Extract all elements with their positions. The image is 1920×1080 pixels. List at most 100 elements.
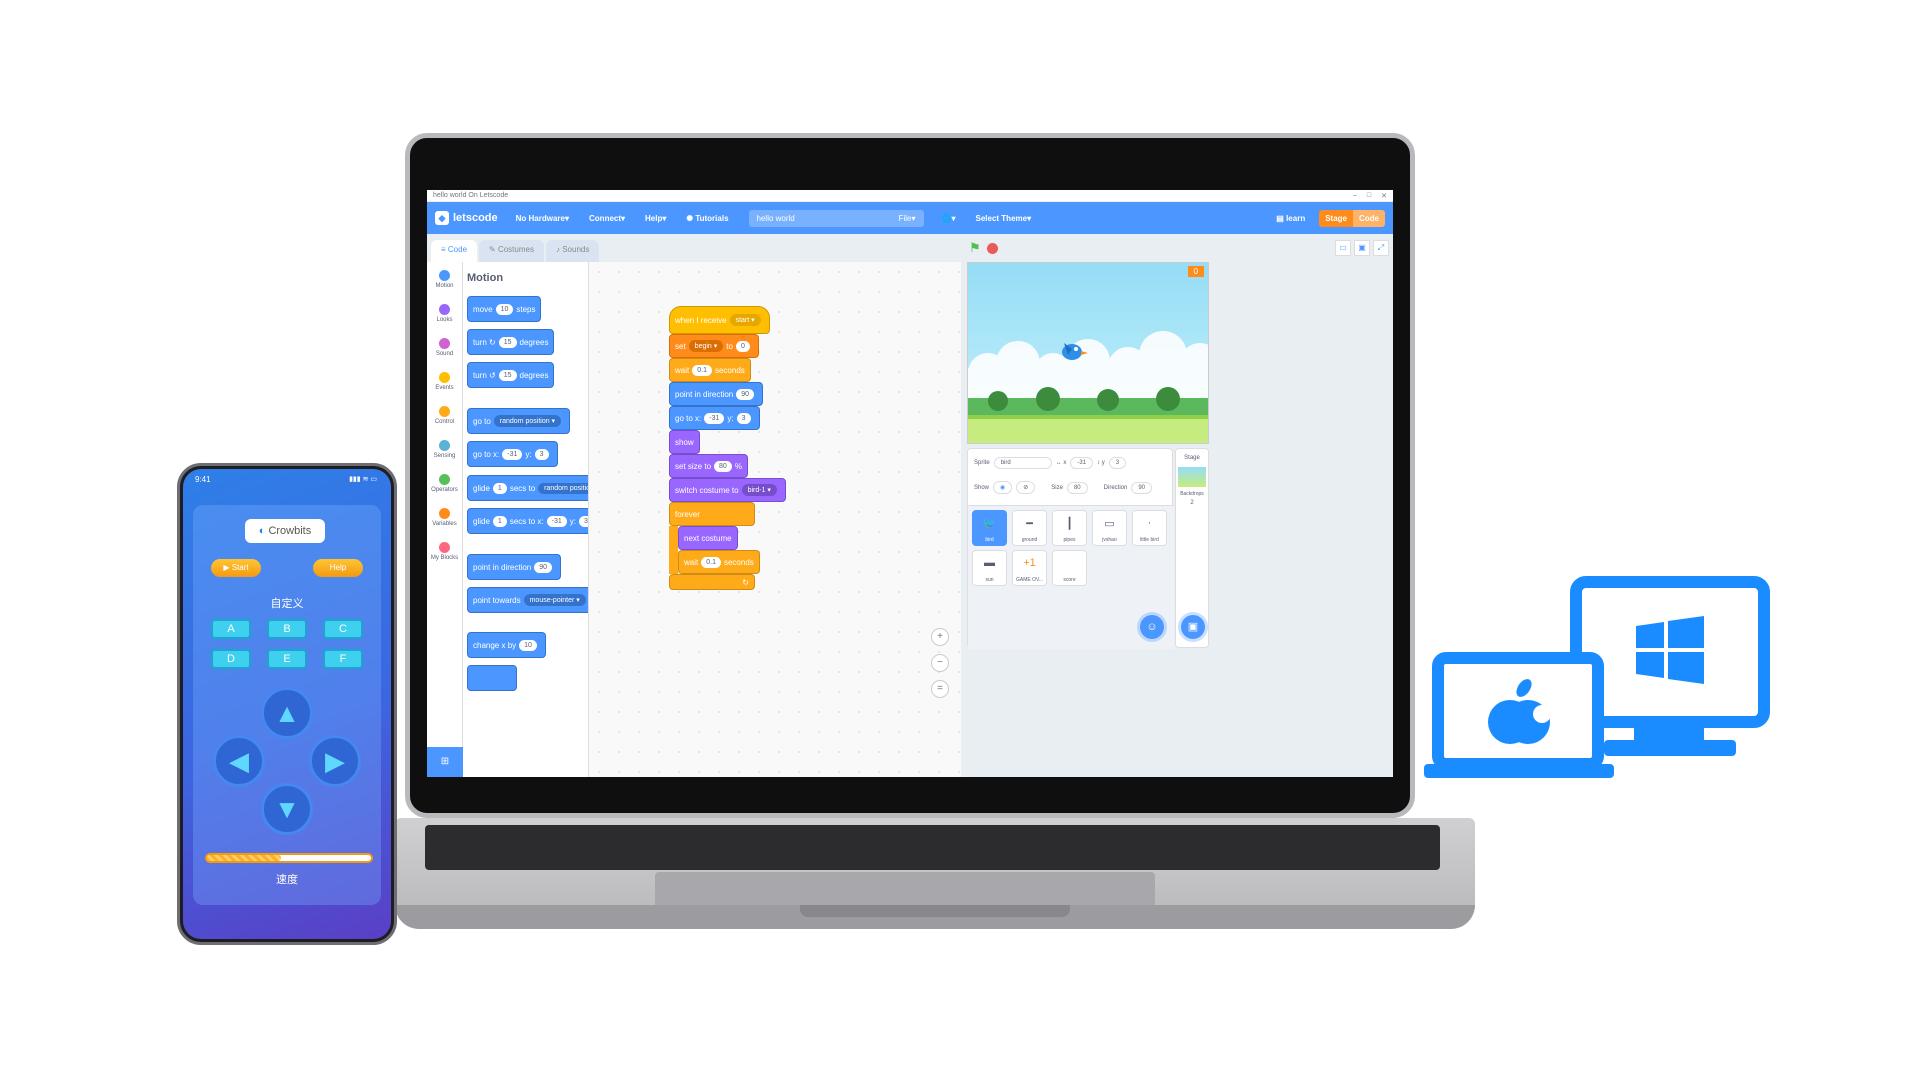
key-b[interactable]: B: [267, 619, 307, 639]
key-a[interactable]: A: [211, 619, 251, 639]
help-button[interactable]: Help: [313, 559, 363, 577]
sprite-x-input[interactable]: -31: [1070, 457, 1094, 469]
category-sensing[interactable]: Sensing: [427, 432, 462, 466]
tab-code[interactable]: ≡ Code: [431, 240, 478, 262]
add-extension-icon[interactable]: ⊞: [427, 747, 463, 777]
arrow-up-icon[interactable]: ▲: [261, 687, 313, 739]
arrow-right-icon[interactable]: ▶: [309, 735, 361, 787]
small-stage-icon[interactable]: ▭: [1335, 240, 1351, 256]
script-forever[interactable]: forever: [669, 502, 755, 526]
ground-edge: [968, 415, 1208, 419]
show-hidden-icon[interactable]: ⊘: [1016, 481, 1036, 494]
category-variables[interactable]: Variables: [427, 500, 462, 534]
key-c[interactable]: C: [323, 619, 363, 639]
script-wait[interactable]: wait 0.1 seconds: [669, 358, 751, 382]
stage-code-toggle[interactable]: Stage Code: [1319, 209, 1385, 227]
category-sound[interactable]: Sound: [427, 330, 462, 364]
script-next-costume[interactable]: next costume: [678, 526, 738, 550]
code-workspace[interactable]: when I receive start ▾ set begin ▾ to 0 wait…: [589, 262, 961, 777]
crowbits-logo: ◐ Crowbits: [245, 519, 325, 543]
tab-costumes[interactable]: ✎ Costumes: [479, 240, 544, 262]
start-button[interactable]: ▶ Start: [211, 559, 261, 577]
key-f[interactable]: F: [323, 649, 363, 669]
sprite-tile[interactable]: +1 GAME OV...: [1012, 550, 1047, 586]
sprite-size-input[interactable]: 80: [1066, 481, 1088, 494]
category-operators[interactable]: Operators: [427, 466, 462, 500]
script-point-direction[interactable]: point in direction 90: [669, 382, 764, 406]
block-point-towards[interactable]: point towards mouse-pointer ▾: [467, 587, 588, 613]
arrow-down-icon[interactable]: ▼: [261, 783, 313, 835]
category-motion[interactable]: Motion: [427, 262, 462, 296]
toggle-stage[interactable]: Stage: [1319, 209, 1353, 227]
show-visible-icon[interactable]: ◉: [993, 481, 1013, 494]
app-logo[interactable]: ◆ letscode: [435, 211, 498, 225]
block-goto[interactable]: go to random position ▾: [467, 408, 571, 434]
speed-slider[interactable]: [205, 853, 373, 863]
minimize-button[interactable]: –: [1353, 192, 1357, 199]
block-point-direction[interactable]: point in direction 90: [467, 554, 562, 580]
editor-tabs: ≡ Code ✎ Costumes ♪ Sounds: [431, 240, 601, 262]
add-backdrop-button[interactable]: ▣: [1181, 615, 1205, 639]
script-switch-costume[interactable]: switch costume to bird-1 ▾: [669, 478, 786, 502]
close-button[interactable]: ✕: [1381, 192, 1387, 200]
sprite-direction-input[interactable]: 90: [1131, 481, 1153, 494]
large-stage-icon[interactable]: ▣: [1354, 240, 1370, 256]
script-show[interactable]: show: [669, 430, 700, 454]
learn-button[interactable]: ▤ learn: [1276, 214, 1305, 223]
script-wait-loop[interactable]: wait 0.1 seconds: [678, 550, 760, 574]
sprite-tile[interactable]: 🐦 bird: [972, 510, 1007, 546]
help-menu[interactable]: Help▾: [645, 214, 666, 223]
zoom-out-button[interactable]: −: [931, 654, 949, 672]
stage-canvas[interactable]: 0: [967, 262, 1209, 444]
hardware-menu[interactable]: No Hardware▾: [516, 214, 569, 223]
block-glide-xy[interactable]: glide 1 secs to x: -31 y: 3: [467, 508, 588, 534]
block-turn-right[interactable]: turn ↻ 15 degrees: [467, 329, 555, 355]
block-partial[interactable]: [467, 665, 517, 691]
script-when-i-receive[interactable]: when I receive start ▾: [669, 306, 770, 334]
connect-menu[interactable]: Connect▾: [589, 214, 625, 223]
stage-column: ⚑ ▭ ▣ ⤢ 0 Sprite bird ↔ x -31 ↕ y 3 Show…: [961, 234, 1393, 777]
toggle-code[interactable]: Code: [1353, 209, 1385, 227]
maximize-button[interactable]: □: [1367, 192, 1371, 199]
stop-icon[interactable]: [986, 242, 998, 254]
speed-label: 速度: [276, 874, 298, 886]
add-sprite-button[interactable]: ☺: [1140, 615, 1164, 639]
key-d[interactable]: D: [211, 649, 251, 669]
zoom-reset-button[interactable]: =: [931, 680, 949, 698]
zoom-in-button[interactable]: +: [931, 628, 949, 646]
block-goto-xy[interactable]: go to x: -31 y: 3: [467, 441, 558, 467]
sprite-tile[interactable]: ━ ground: [1012, 510, 1047, 546]
script-set-size[interactable]: set size to 80%: [669, 454, 748, 478]
block-move[interactable]: move 10 steps: [467, 296, 542, 322]
language-globe-icon[interactable]: 🌐▾: [942, 214, 956, 223]
key-e[interactable]: E: [267, 649, 307, 669]
sprite-tile[interactable]: score: [1052, 550, 1087, 586]
category-my-blocks[interactable]: My Blocks: [427, 534, 462, 568]
stage-backdrop-pane[interactable]: Stage Backdrops 2 ▣: [1175, 448, 1209, 648]
sprite-y-input[interactable]: 3: [1108, 457, 1127, 469]
block-turn-left[interactable]: turn ↺ 15 degrees: [467, 362, 555, 388]
fullscreen-icon[interactable]: ⤢: [1373, 240, 1389, 256]
category-events[interactable]: Events: [427, 364, 462, 398]
category-control[interactable]: Control: [427, 398, 462, 432]
script-goto-xy[interactable]: go to x: -31 y: 3: [669, 406, 760, 430]
sprite-tile[interactable]: ▭ jvshao: [1092, 510, 1127, 546]
project-title-field[interactable]: hello world File▾: [748, 209, 924, 227]
theme-menu[interactable]: Select Theme▾: [976, 214, 1032, 223]
category-dot-icon: [439, 541, 450, 553]
block-change-x[interactable]: change x by 10: [467, 632, 546, 658]
sprite-name-input[interactable]: bird: [993, 457, 1052, 469]
sprite-tile[interactable]: ▬ sun: [972, 550, 1007, 586]
script-set-variable[interactable]: set begin ▾ to 0: [669, 334, 759, 358]
green-flag-icon[interactable]: ⚑: [969, 240, 981, 256]
arrow-left-icon[interactable]: ◀: [213, 735, 265, 787]
tutorials-button[interactable]: ✺ Tutorials: [686, 214, 728, 223]
category-looks[interactable]: Looks: [427, 296, 462, 330]
sprite-tile[interactable]: · little bird: [1132, 510, 1167, 546]
tab-sounds[interactable]: ♪ Sounds: [545, 240, 600, 262]
file-menu[interactable]: File▾: [899, 214, 916, 223]
category-label: Sound: [435, 350, 454, 357]
sprite-tile[interactable]: ┃ pipes: [1052, 510, 1087, 546]
sprite-tile-label: score: [1063, 577, 1076, 583]
block-glide-random[interactable]: glide 1 secs to random position: [467, 475, 588, 501]
